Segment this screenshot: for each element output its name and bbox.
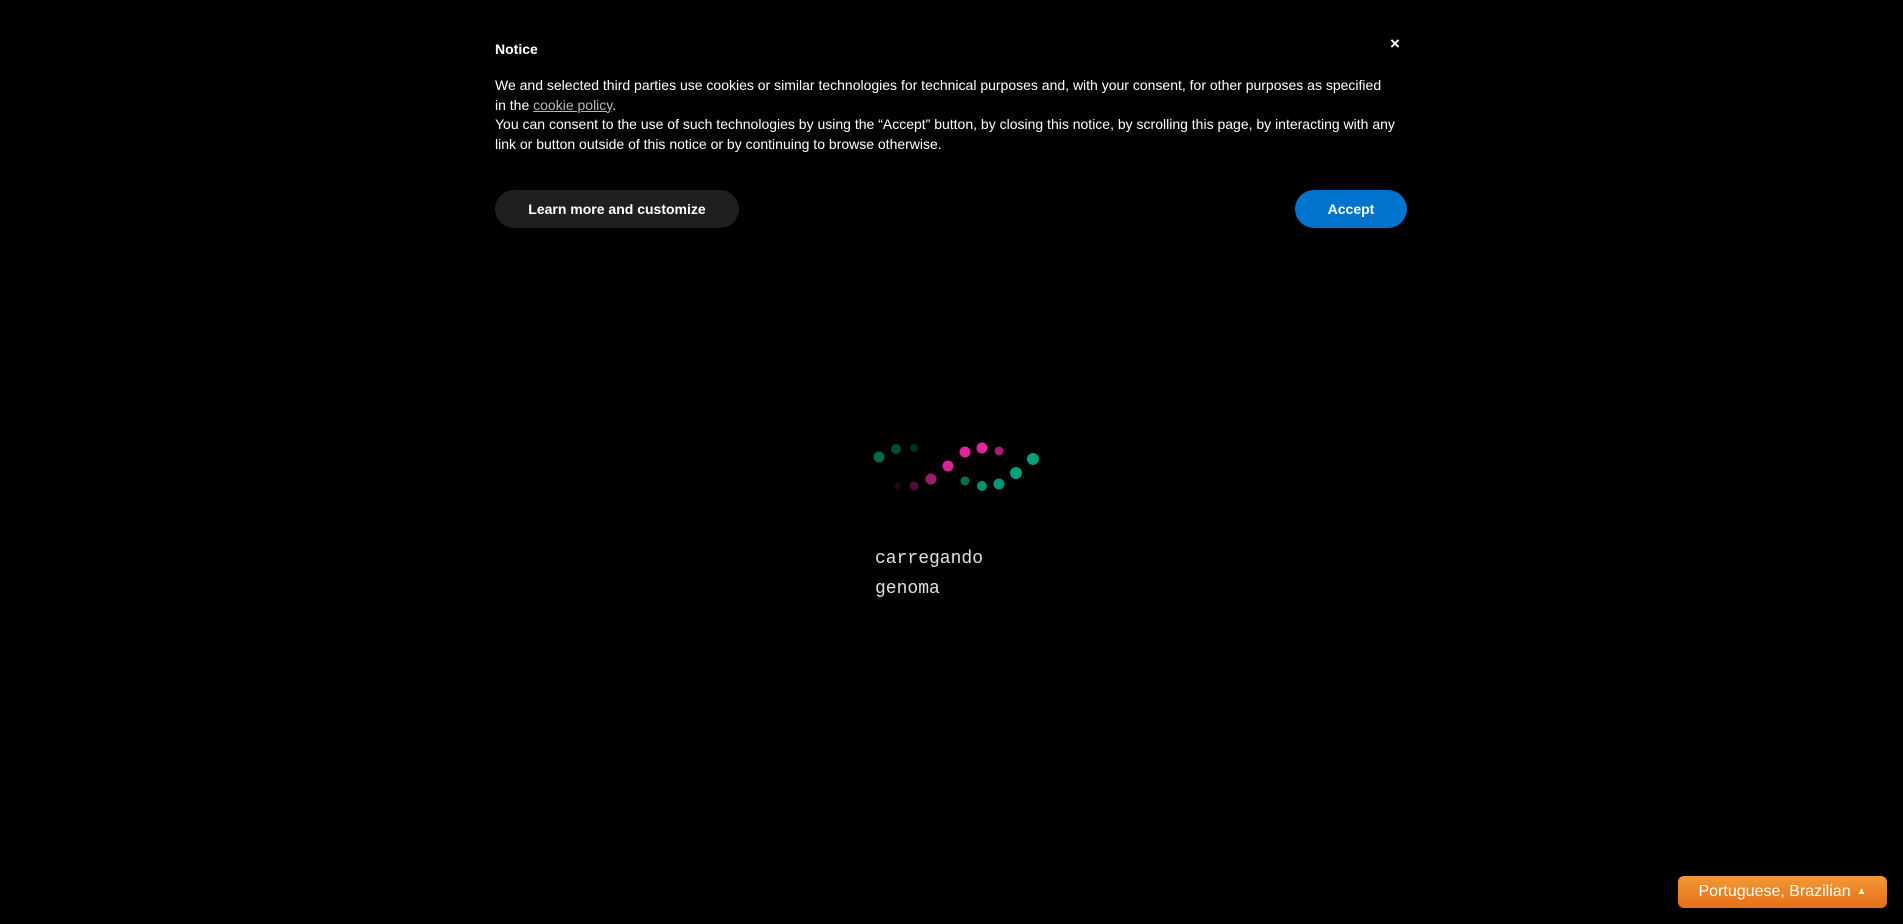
helix-dot [873,451,885,463]
notice-text-after-link: . [612,96,617,113]
language-label: Portuguese, Brazilian [1698,883,1851,900]
helix-dot [1010,467,1022,479]
cookie-notice: Notice × We and selected third parties u… [495,30,1407,240]
notice-paragraph-2: You can consent to the use of such techn… [495,116,1395,152]
accept-button[interactable]: Accept [1295,190,1407,228]
cookie-policy-link[interactable]: cookie policy [533,97,612,113]
helix-dot [910,444,918,452]
loading-line-1: carregando [875,549,984,569]
dna-helix-icon [873,442,1039,491]
helix-dot [977,481,987,491]
helix-dot [893,482,901,490]
close-icon[interactable]: × [1386,35,1404,53]
helix-dot [993,478,1005,490]
helix-dot [994,446,1004,456]
helix-dot [891,444,901,454]
helix-dot [1027,453,1039,465]
notice-text-before-link: We and selected third parties use cookie… [495,77,1382,113]
notice-text: We and selected third parties use cookie… [495,76,1395,154]
notice-paragraph-1: We and selected third parties use cookie… [495,76,1395,115]
helix-dot [942,460,954,472]
helix-dot [909,481,919,491]
caret-up-icon: ▲ [1856,886,1867,897]
loading-status-text: carregando genoma [875,544,983,604]
language-selector-button[interactable]: Portuguese, Brazilian ▲ [1678,876,1887,908]
dna-loader-animation [868,436,1048,496]
loading-line-2: genoma [875,579,940,599]
helix-dot [925,473,937,485]
helix-dot [976,442,988,454]
learn-more-customize-button[interactable]: Learn more and customize [495,190,739,228]
helix-dot [960,476,970,486]
notice-title: Notice [495,41,538,57]
helix-dot [959,446,971,458]
